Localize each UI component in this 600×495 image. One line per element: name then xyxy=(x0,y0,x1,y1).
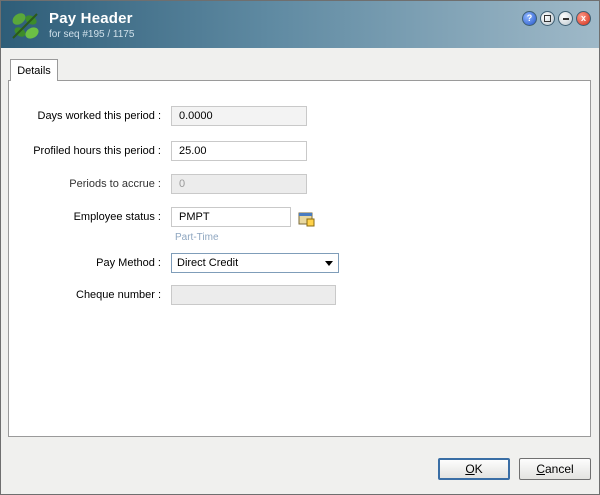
days-worked-label: Days worked this period : xyxy=(37,110,162,122)
profiled-hours-label: Profiled hours this period : xyxy=(33,145,161,157)
chevron-down-icon[interactable] xyxy=(325,261,333,266)
restore-icon xyxy=(544,15,551,22)
cheque-number-label: Cheque number : xyxy=(76,289,161,301)
close-button[interactable]: x xyxy=(576,11,591,26)
lookup-icon[interactable] xyxy=(298,210,315,227)
cancel-label: ancel xyxy=(544,462,574,476)
title-buttons: ? x xyxy=(522,11,591,26)
window-subtitle: for seq #195 / 1175 xyxy=(49,29,135,40)
employee-status-label: Employee status : xyxy=(73,211,161,223)
cancel-button[interactable]: Cancel xyxy=(519,458,591,480)
periods-to-accrue-field[interactable]: 0 xyxy=(171,174,307,194)
ok-button[interactable]: OK xyxy=(438,458,510,480)
cheque-number-field[interactable] xyxy=(171,285,336,305)
ok-mnemonic: O xyxy=(465,462,475,476)
pay-method-label: Pay Method : xyxy=(96,257,161,269)
tab-details[interactable]: Details xyxy=(10,59,58,81)
pay-header-window: Pay Header for seq #195 / 1175 ? x Detai… xyxy=(0,0,600,495)
pay-method-value: Direct Credit xyxy=(177,257,239,269)
minimize-icon xyxy=(562,17,569,20)
app-logo-icon xyxy=(12,13,39,39)
days-worked-field[interactable]: 0.0000 xyxy=(171,106,307,126)
window-title: Pay Header xyxy=(49,10,133,27)
tab-details-label: Details xyxy=(17,64,51,77)
help-button[interactable]: ? xyxy=(522,11,537,26)
periods-to-accrue-label: Periods to accrue : xyxy=(69,178,161,190)
minimize-button[interactable] xyxy=(558,11,573,26)
employee-status-hint: Part-Time xyxy=(175,232,219,243)
restore-button[interactable] xyxy=(540,11,555,26)
title-bar: Pay Header for seq #195 / 1175 ? x xyxy=(1,1,599,48)
profiled-hours-field[interactable]: 25.00 xyxy=(171,141,307,161)
cancel-mnemonic: C xyxy=(536,462,545,476)
employee-status-field[interactable]: PMPT xyxy=(171,207,291,227)
pay-method-select[interactable]: Direct Credit xyxy=(171,253,339,273)
ok-label: K xyxy=(474,462,483,476)
